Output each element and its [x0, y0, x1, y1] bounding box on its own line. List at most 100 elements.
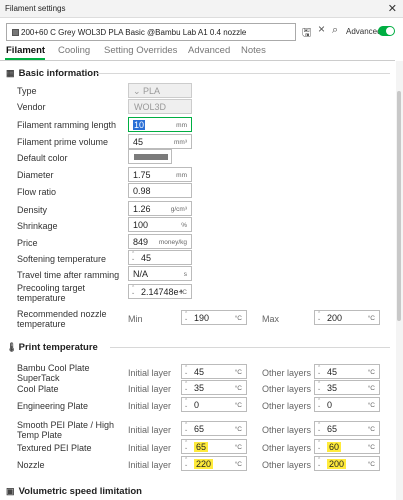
density-unit: g/cm³ — [170, 206, 187, 213]
initial-layer-text: 35 — [194, 383, 205, 393]
other-layers-value: 60 — [327, 442, 342, 452]
tab-advanced[interactable]: Advanced — [188, 45, 230, 56]
other-layers-text: 35 — [327, 383, 338, 393]
tab-notes[interactable]: Notes — [241, 45, 266, 56]
precooling-temp-input[interactable]: ⌃ ⌄ 2.14748e+ °C — [128, 284, 192, 299]
density-value: 1.26 — [133, 204, 151, 214]
other-layers-input[interactable]: ⌃ ⌄ 0 °C — [314, 397, 380, 412]
initial-layer-value: 0 — [194, 400, 199, 410]
plate-label: Bambu Cool Plate SuperTack — [17, 363, 90, 383]
initial-layer-label: Initial layer — [128, 401, 172, 411]
spinner-arrows-icon[interactable]: ⌃ ⌄ — [184, 382, 188, 392]
plate-label: Cool Plate — [17, 384, 59, 394]
recommended-max-input[interactable]: ⌃ ⌄ 200 °C — [314, 310, 380, 325]
vendor-field[interactable]: WOL3D — [128, 99, 192, 114]
type-select[interactable]: ⌄ PLA — [128, 83, 192, 98]
other-layers-input[interactable]: ⌃ ⌄ 65 °C — [314, 421, 380, 436]
other-layers-input[interactable]: ⌃ ⌄ 45 °C — [314, 364, 380, 379]
ramming-length-input[interactable]: 10 mm — [128, 117, 192, 132]
initial-layer-input[interactable]: ⌃ ⌄ 35 °C — [181, 380, 247, 395]
prime-volume-input[interactable]: 45 mm³ — [128, 134, 192, 149]
window-title: Filament settings — [5, 4, 66, 13]
initial-layer-input[interactable]: ⌃ ⌄ 220 °C — [181, 456, 247, 471]
spinner-arrows-icon[interactable]: ⌃ ⌄ — [317, 312, 321, 322]
other-layers-value: 200 — [327, 459, 347, 469]
spinner-arrows-icon[interactable]: ⌃ ⌄ — [184, 399, 188, 409]
price-input[interactable]: 849 money/kg — [128, 234, 192, 249]
advanced-toggle[interactable] — [378, 26, 395, 36]
travel-time-input[interactable]: N/A s — [128, 266, 192, 281]
price-unit: money/kg — [158, 239, 187, 246]
chevron-down-icon: ⌄ — [133, 86, 144, 96]
ramming-length-unit: mm — [176, 122, 187, 129]
other-layers-input[interactable]: ⌃ ⌄ 200 °C — [314, 456, 380, 471]
density-input[interactable]: 1.26 g/cm³ — [128, 201, 192, 216]
spinner-arrows-icon[interactable]: ⌃ ⌄ — [317, 458, 321, 468]
default-color-picker[interactable] — [128, 149, 172, 164]
preset-selector[interactable]: 200+60 C Grey WOL3D PLA Basic @Bambu Lab… — [6, 23, 296, 41]
save-icon[interactable]: 🖫 — [302, 24, 311, 43]
initial-layer-input[interactable]: ⌃ ⌄ 65 °C — [181, 421, 247, 436]
tab-cooling[interactable]: Cooling — [58, 45, 90, 56]
scrollbar-thumb[interactable] — [397, 91, 401, 321]
recommended-min-input[interactable]: ⌃ ⌄ 190 °C — [181, 310, 247, 325]
plate-label-line1: Smooth PEI Plate / High — [17, 420, 115, 430]
ramming-length-text: 10 — [133, 120, 146, 130]
price-value: 849 — [133, 237, 149, 247]
tabs-divider — [0, 60, 395, 61]
initial-layer-unit: °C — [234, 402, 242, 409]
plate-label-line1: Engineering Plate — [17, 401, 89, 411]
other-layers-input[interactable]: ⌃ ⌄ 35 °C — [314, 380, 380, 395]
initial-layer-label: Initial layer — [128, 425, 172, 435]
initial-layer-input[interactable]: ⌃ ⌄ 65 °C — [181, 439, 247, 454]
preset-name: 200+60 C Grey WOL3D PLA Basic @Bambu Lab… — [21, 28, 247, 37]
grid-icon: ▦ — [6, 68, 15, 78]
other-layers-input[interactable]: ⌃ ⌄ 60 °C — [314, 439, 380, 454]
search-icon[interactable]: ⌕ — [332, 24, 338, 37]
spinner-arrows-icon[interactable]: ⌃ ⌄ — [317, 399, 321, 409]
vertical-scrollbar[interactable] — [396, 61, 403, 500]
spinner-arrows-icon[interactable]: ⌃ ⌄ — [184, 441, 188, 451]
diameter-input[interactable]: 1.75 mm — [128, 167, 192, 182]
spinner-arrows-icon[interactable]: ⌃ ⌄ — [184, 458, 188, 468]
other-layers-unit: °C — [367, 385, 375, 392]
other-layers-unit: °C — [367, 402, 375, 409]
initial-layer-input[interactable]: ⌃ ⌄ 45 °C — [181, 364, 247, 379]
spinner-arrows-icon[interactable]: ⌃ ⌄ — [317, 441, 321, 451]
spinner-arrows-icon[interactable]: ⌃ ⌄ — [184, 312, 188, 322]
softening-temp-label: Softening temperature — [17, 254, 107, 264]
type-value: ⌄ PLA — [133, 86, 160, 97]
shrinkage-value: 100 — [133, 220, 149, 230]
spinner-arrows-icon[interactable]: ⌃ ⌄ — [317, 423, 321, 433]
spinner-arrows-icon[interactable]: ⌃ ⌄ — [184, 366, 188, 376]
tab-setting-overrides[interactable]: Setting Overrides — [104, 45, 177, 56]
shrinkage-unit: % — [181, 222, 187, 229]
section-title: Volumetric speed limitation — [18, 486, 142, 497]
softening-temp-input[interactable]: ⌃ ⌄ 45 — [128, 250, 192, 265]
spinner-arrows-icon[interactable]: ⌃ ⌄ — [131, 286, 135, 296]
price-label: Price — [17, 238, 38, 248]
prime-volume-label: Filament prime volume — [17, 137, 109, 147]
spinner-arrows-icon[interactable]: ⌃ ⌄ — [131, 252, 135, 262]
spinner-arrows-icon[interactable]: ⌃ ⌄ — [184, 423, 188, 433]
spinner-arrows-icon[interactable]: ⌃ ⌄ — [317, 366, 321, 376]
close-icon[interactable]: ✕ — [388, 2, 397, 15]
other-layers-value: 0 — [327, 400, 332, 410]
shrinkage-input[interactable]: 100 % — [128, 217, 192, 232]
thermometer-icon: 🌡 — [6, 342, 18, 352]
spinner-arrows-icon[interactable]: ⌃ ⌄ — [317, 382, 321, 392]
default-color-label: Default color — [17, 153, 68, 163]
type-label: Type — [17, 86, 37, 96]
delete-icon[interactable]: × — [318, 22, 325, 36]
plate-label: Engineering Plate — [17, 401, 88, 411]
flow-ratio-input[interactable]: 0.98 — [128, 183, 192, 198]
tab-filament[interactable]: Filament — [6, 45, 45, 56]
density-label: Density — [17, 205, 48, 215]
section-divider — [95, 73, 390, 74]
travel-time-value: N/A — [133, 269, 149, 279]
title-bar: Filament settings ✕ — [0, 0, 403, 18]
travel-time-label: Travel time after ramming — [17, 270, 120, 280]
initial-layer-input[interactable]: ⌃ ⌄ 0 °C — [181, 397, 247, 412]
diameter-label: Diameter — [17, 170, 54, 180]
initial-layer-label: Initial layer — [128, 384, 172, 394]
